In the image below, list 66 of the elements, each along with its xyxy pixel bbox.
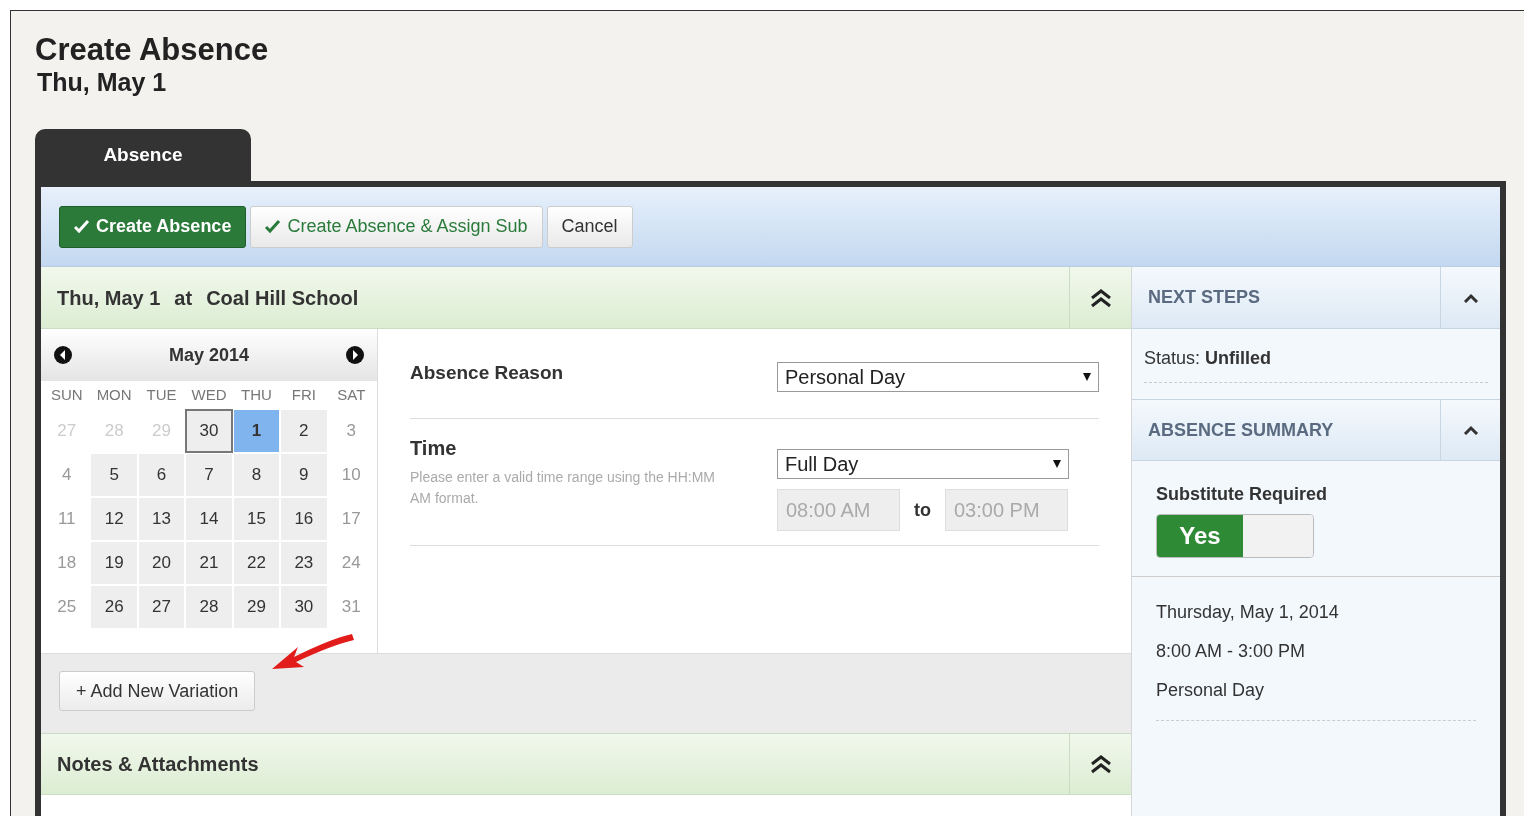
toolbar-button[interactable]: Create Absence & Assign Sub (250, 205, 543, 248)
reason-dropdown[interactable]: Personal Day (777, 362, 1099, 392)
summary-line: Personal Day (1156, 679, 1266, 702)
calendar-day[interactable]: 20 (137, 541, 186, 585)
calendar-day[interactable]: 23 (280, 541, 328, 585)
calendar-day[interactable]: 30 (185, 409, 233, 453)
calendar-day[interactable]: 21 (185, 541, 233, 585)
status-text: Status: Unfilled (1144, 348, 1272, 368)
calendar-day[interactable]: 29 (232, 585, 281, 629)
double-chevron-up-icon (1088, 287, 1113, 308)
calendar-day[interactable]: 9 (280, 453, 328, 497)
toolbar-button[interactable]: Create Absence (59, 205, 247, 248)
toolbar-button[interactable]: Cancel (546, 205, 633, 248)
summary-line: Thursday, May 1, 2014 (1156, 601, 1340, 624)
weekday-label: WED (190, 384, 228, 405)
check-icon (265, 219, 282, 234)
help-text: Please enter a valid time range using the HH:MM AM format. (410, 468, 717, 508)
double-chevron-up-icon (1088, 754, 1113, 774)
weekday-label: SAT (336, 384, 367, 405)
calendar-day[interactable]: 1 (232, 409, 281, 453)
calendar-day[interactable]: 22 (232, 541, 281, 585)
calendar-month: May 2014 (168, 343, 250, 367)
previous-month-icon[interactable] (53, 345, 73, 365)
section-at: at (174, 285, 193, 311)
field-label: Time (410, 436, 458, 461)
weekday-label: MON (95, 384, 133, 405)
chevron-up-icon (1462, 425, 1479, 435)
calendar-day[interactable]: 8 (232, 453, 281, 497)
calendar-day[interactable]: 15 (232, 497, 281, 541)
calendar-day[interactable]: 7 (185, 453, 233, 497)
calendar-day[interactable]: 26 (90, 585, 138, 629)
calendar-day[interactable]: 14 (185, 497, 233, 541)
dropdown-arrow-icon (1083, 373, 1091, 381)
chevron-up-icon (1462, 292, 1479, 303)
check-icon (74, 219, 90, 234)
weekday-label: THU (240, 384, 273, 405)
calendar-day[interactable]: 13 (137, 497, 186, 541)
calendar-day[interactable]: 27 (137, 585, 186, 629)
calendar-day[interactable]: 5 (90, 453, 138, 497)
calendar-day[interactable]: 28 (185, 585, 233, 629)
calendar-day[interactable]: 16 (280, 497, 328, 541)
weekday-label: SUN (49, 384, 84, 405)
section-school: Coal Hill School (206, 285, 359, 311)
weekday-label: TUE (145, 384, 178, 405)
page-title: Create Absence (35, 33, 270, 67)
toggle-label: Substitute Required (1156, 483, 1328, 506)
duration-dropdown[interactable]: Full Day (777, 449, 1069, 479)
to-label: to (914, 498, 931, 522)
calendar-day[interactable]: 30 (280, 585, 328, 629)
tab[interactable]: Absence (35, 129, 251, 181)
panel-title: NEXT STEPS (1147, 286, 1262, 309)
field-label: Absence Reason (410, 361, 564, 385)
dropdown-arrow-icon (1053, 460, 1061, 468)
panel-title: ABSENCE SUMMARY (1147, 418, 1335, 442)
next-month-icon[interactable] (345, 345, 365, 365)
weekday-label: FRI (290, 384, 317, 405)
calendar-day[interactable]: 19 (90, 541, 138, 585)
calendar-day[interactable]: 6 (137, 453, 186, 497)
summary-line: 8:00 AM - 3:00 PM (1156, 640, 1307, 663)
calendar-day[interactable]: 2 (280, 409, 328, 453)
notes-title: Notes & Attachments (56, 752, 260, 777)
add-variation-button[interactable]: + Add New Variation (59, 671, 256, 711)
section-date: Thu, May 1 (57, 285, 161, 311)
page-subtitle: Thu, May 1 (37, 67, 168, 97)
calendar-day[interactable]: 12 (90, 497, 138, 541)
substitute-toggle[interactable]: Yes (1156, 514, 1314, 558)
